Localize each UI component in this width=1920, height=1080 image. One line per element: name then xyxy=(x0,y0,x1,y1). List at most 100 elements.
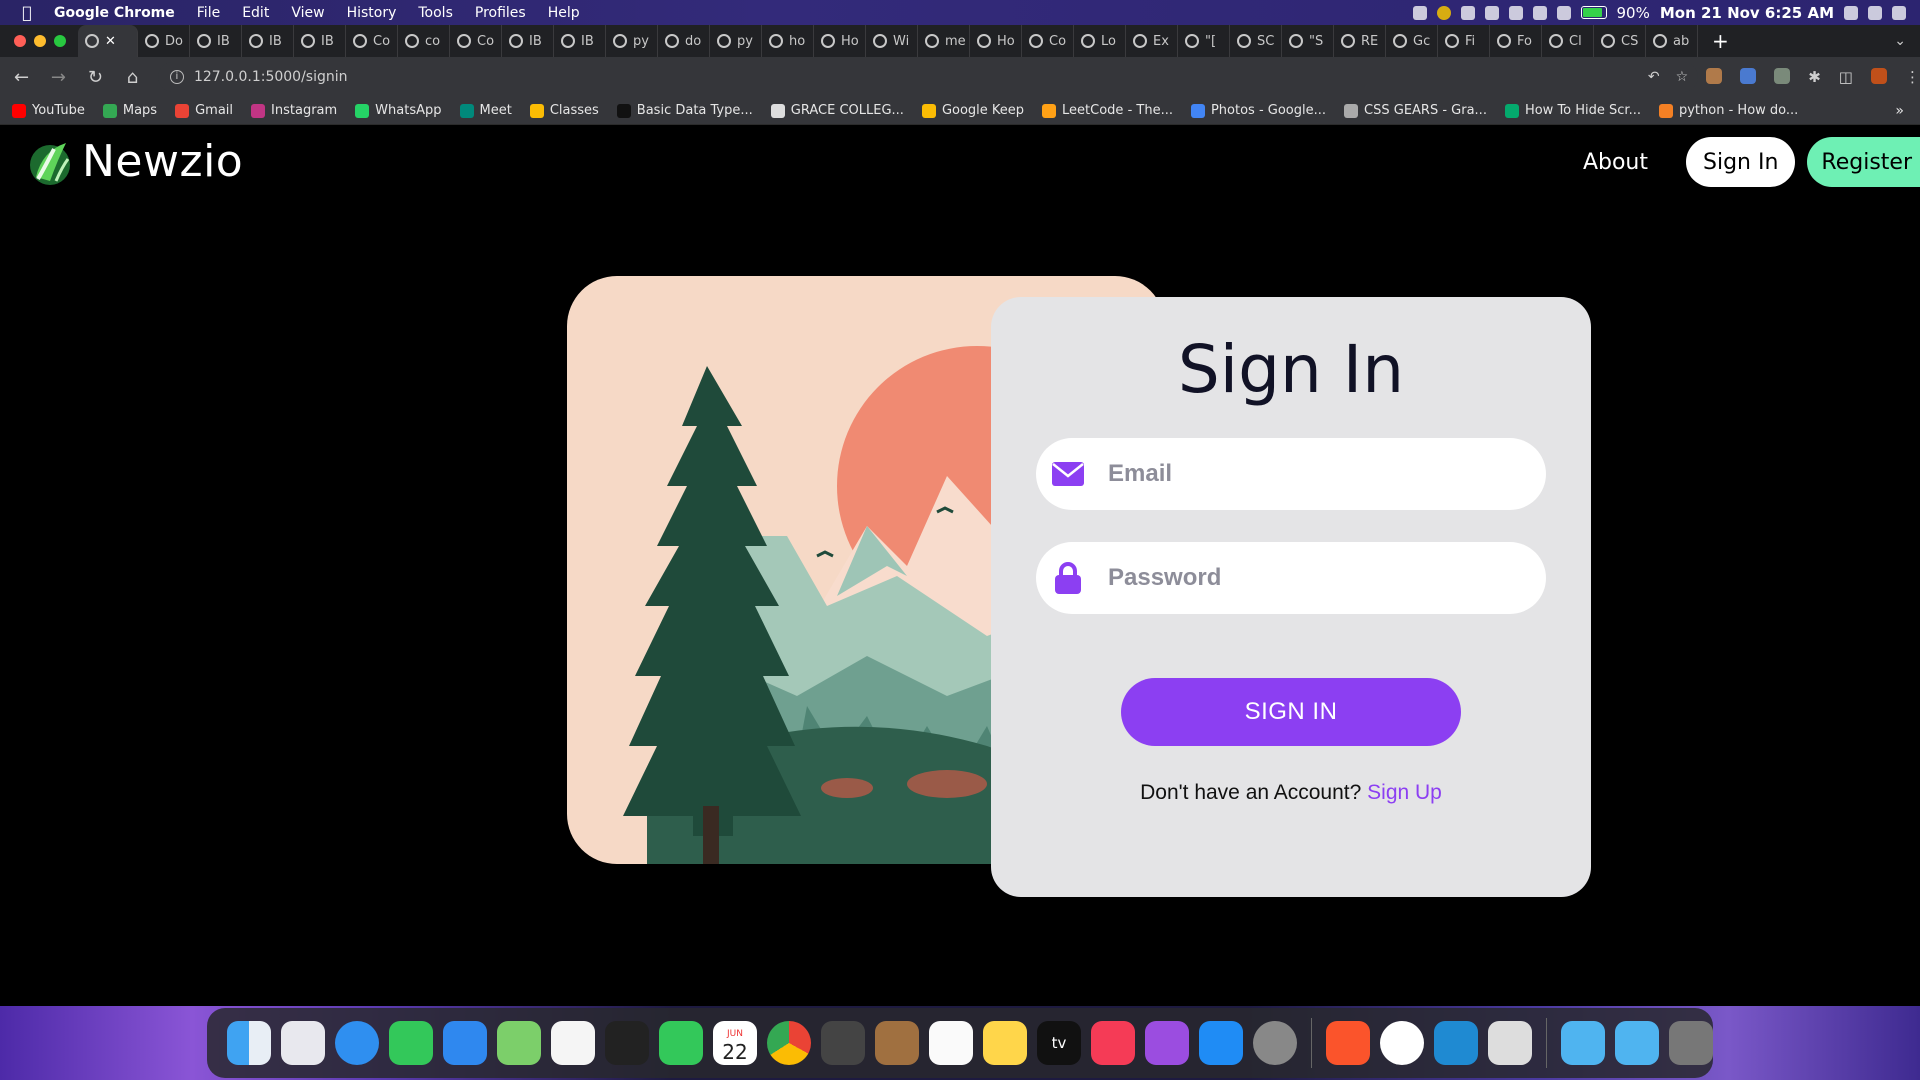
bookmark-item[interactable]: Gmail xyxy=(175,103,233,118)
browser-tab[interactable]: co xyxy=(398,25,450,57)
contacts-icon[interactable] xyxy=(875,1021,919,1065)
home-icon[interactable]: ⌂ xyxy=(117,67,148,88)
bookmark-item[interactable]: Basic Data Type... xyxy=(616,103,753,118)
clock[interactable]: Mon 21 Nov 6:25 AM xyxy=(1660,4,1834,22)
folder-icon[interactable] xyxy=(1615,1021,1659,1065)
tab-search-icon[interactable]: ⌄ xyxy=(1894,33,1920,49)
tab-active[interactable]: ✕ xyxy=(78,25,138,57)
bookmark-item[interactable]: LeetCode - The... xyxy=(1042,103,1173,118)
vscode-icon[interactable] xyxy=(1434,1021,1478,1065)
bookmark-item[interactable]: python - How do... xyxy=(1658,103,1798,118)
spotlight-icon[interactable] xyxy=(1844,5,1858,20)
browser-tab[interactable]: py xyxy=(606,25,658,57)
browser-tab[interactable]: "[ xyxy=(1178,25,1230,57)
voice-memos-icon[interactable] xyxy=(605,1021,649,1065)
password-field[interactable] xyxy=(1036,542,1546,614)
browser-tab[interactable]: Ho xyxy=(970,25,1022,57)
battery-icon[interactable] xyxy=(1580,6,1607,19)
extension-icon[interactable] xyxy=(1706,68,1723,84)
browser-tab[interactable]: ho xyxy=(762,25,814,57)
maps-icon[interactable] xyxy=(497,1021,541,1065)
podcasts-icon[interactable] xyxy=(1145,1021,1189,1065)
bookmark-item[interactable]: YouTube xyxy=(12,103,85,118)
new-tab-button[interactable]: + xyxy=(1698,29,1743,53)
browser-tab[interactable]: IB xyxy=(190,25,242,57)
about-link[interactable]: About xyxy=(1583,150,1648,175)
wifi-icon[interactable] xyxy=(1532,5,1547,20)
browser-tab[interactable]: Co xyxy=(346,25,398,57)
browser-tab[interactable]: SC xyxy=(1230,25,1282,57)
email-field[interactable] xyxy=(1036,438,1546,510)
site-info-icon[interactable]: i xyxy=(169,70,184,84)
browser-tab[interactable]: Cl xyxy=(1542,25,1594,57)
bookmark-item[interactable]: Photos - Google... xyxy=(1190,103,1326,118)
lock-icon[interactable] xyxy=(1508,5,1523,20)
bluetooth-icon[interactable] xyxy=(1556,5,1571,20)
browser-tab[interactable]: IB xyxy=(502,25,554,57)
messages-icon[interactable] xyxy=(389,1021,433,1065)
side-panel-icon[interactable]: ◫ xyxy=(1839,68,1853,86)
menu-history[interactable]: History xyxy=(347,5,397,21)
browser-tab[interactable]: py xyxy=(710,25,762,57)
menu-profiles[interactable]: Profiles xyxy=(475,5,526,21)
bookmark-item[interactable]: Meet xyxy=(459,103,512,118)
screenshot-icon[interactable] xyxy=(1488,1021,1532,1065)
signin-submit-button[interactable]: SIGN IN xyxy=(1121,678,1461,746)
browser-tab[interactable]: ab xyxy=(1646,25,1698,57)
trash-icon[interactable] xyxy=(1669,1021,1713,1065)
chrome-icon[interactable] xyxy=(767,1021,811,1065)
bookmark-item[interactable]: Classes xyxy=(529,103,599,118)
clipboard-icon[interactable] xyxy=(1460,5,1475,20)
browser-tab[interactable]: Lo xyxy=(1074,25,1126,57)
browser-tab[interactable]: IB xyxy=(242,25,294,57)
nav-register-button[interactable]: Register xyxy=(1807,137,1920,187)
control-center-icon[interactable] xyxy=(1892,5,1906,20)
browser-tab[interactable]: Co xyxy=(1022,25,1074,57)
bookmark-item[interactable]: GRACE COLLEG... xyxy=(770,103,904,118)
browser-tab[interactable]: Gc xyxy=(1386,25,1438,57)
notification-icon[interactable] xyxy=(1868,5,1882,20)
browser-tab[interactable]: Ho xyxy=(814,25,866,57)
browser-tab[interactable]: CS xyxy=(1594,25,1646,57)
profile-icon[interactable] xyxy=(1870,68,1887,84)
signup-link[interactable]: Sign Up xyxy=(1367,781,1442,804)
menu-help[interactable]: Help xyxy=(548,5,580,21)
browser-tab[interactable]: Co xyxy=(450,25,502,57)
bookmark-item[interactable]: Instagram xyxy=(251,103,337,118)
menu-tools[interactable]: Tools xyxy=(418,5,453,21)
calendar-icon[interactable]: JUN 22 xyxy=(713,1021,757,1065)
browser-tab[interactable]: IB xyxy=(554,25,606,57)
dropbox-icon[interactable] xyxy=(1412,5,1427,20)
minimize-window-button[interactable] xyxy=(34,35,46,47)
photos-icon[interactable] xyxy=(551,1021,595,1065)
android-studio-icon[interactable] xyxy=(1380,1021,1424,1065)
bookmark-star-icon[interactable]: ☆ xyxy=(1676,69,1689,85)
menu-view[interactable]: View xyxy=(291,5,324,21)
back-icon[interactable]: ← xyxy=(6,67,37,88)
close-window-button[interactable] xyxy=(14,35,26,47)
app-store-icon[interactable] xyxy=(1199,1021,1243,1065)
reminders-icon[interactable] xyxy=(929,1021,973,1065)
browser-menu-icon[interactable]: ⋮ xyxy=(1905,68,1920,86)
browser-tab[interactable]: me xyxy=(918,25,970,57)
bookmark-item[interactable]: WhatsApp xyxy=(355,103,442,118)
launchpad-icon[interactable] xyxy=(281,1021,325,1065)
extension-icon[interactable] xyxy=(1774,68,1791,84)
address-bar[interactable]: i 127.0.0.1:5000/signin ↶ ☆ xyxy=(157,62,1699,92)
finder-icon[interactable] xyxy=(227,1021,271,1065)
reload-icon[interactable]: ↻ xyxy=(80,67,111,88)
browser-tab[interactable]: Ex xyxy=(1126,25,1178,57)
music-icon[interactable] xyxy=(1091,1021,1135,1065)
menu-file[interactable]: File xyxy=(197,5,220,21)
safari-icon[interactable] xyxy=(335,1021,379,1065)
browser-tab[interactable]: "S xyxy=(1282,25,1334,57)
screen-share-icon[interactable] xyxy=(1484,5,1499,20)
browser-tab[interactable]: Fi xyxy=(1438,25,1490,57)
bookmark-item[interactable]: CSS GEARS - Gra... xyxy=(1344,103,1487,118)
browser-tab[interactable]: Do xyxy=(138,25,190,57)
browser-tab[interactable]: Wi xyxy=(866,25,918,57)
browser-tab[interactable]: IB xyxy=(294,25,346,57)
menu-app-name[interactable]: Google Chrome xyxy=(54,5,175,21)
url-text[interactable]: 127.0.0.1:5000/signin xyxy=(194,69,348,85)
mail-icon[interactable] xyxy=(443,1021,487,1065)
